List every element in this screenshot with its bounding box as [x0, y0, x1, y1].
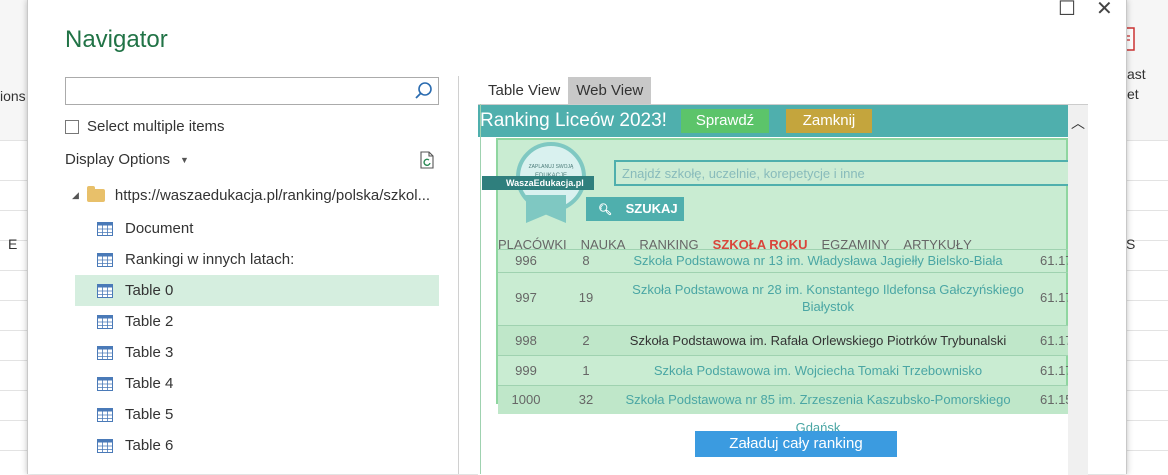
refresh-icon[interactable]	[417, 150, 437, 170]
select-multiple-label: Select multiple items	[87, 118, 225, 135]
site-search-button-label: SZUKAJ	[625, 201, 678, 216]
tree-item-rankingi[interactable]: Rankingi w innych latach:	[75, 244, 439, 275]
rank-cell: 998	[515, 333, 537, 348]
site-search-button[interactable]: 🔍︎ SZUKAJ	[586, 197, 684, 221]
rank-cell: 997	[515, 290, 537, 305]
table-icon	[97, 252, 113, 267]
tree-item-label: Rankingi w innych latach:	[125, 251, 295, 268]
value-cell: 1	[582, 363, 590, 378]
table-row: 997 19 Szkoła Podstawowa nr 28 im. Konst…	[498, 272, 1080, 325]
site-content-panel: ZAPLANUJ SWOJĄ EDUKACJĘ WaszaEdukacja.pl…	[482, 138, 1080, 435]
page-title: Navigator	[65, 26, 168, 53]
tree-item-label: Table 5	[125, 406, 174, 423]
value-cell: 2	[582, 333, 590, 348]
table-icon	[97, 314, 113, 329]
tree-root-node[interactable]: ◢ https://waszaedukacja.pl/ranking/polsk…	[72, 186, 431, 204]
table-icon	[97, 438, 113, 453]
close-banner-button[interactable]: Zamknij	[786, 109, 872, 133]
close-icon[interactable]: ✕	[1096, 0, 1113, 21]
tree-item-table-2[interactable]: Table 2	[75, 306, 439, 337]
table-row: 999 1 Szkoła Podstawowa im. Wojciecha To…	[498, 355, 1080, 385]
tree-item-label: Table 6	[125, 437, 174, 454]
pane-splitter[interactable]	[458, 76, 459, 474]
load-full-ranking-button[interactable]: Załaduj cały ranking	[695, 431, 897, 457]
table-icon	[97, 407, 113, 422]
tree-item-table-0[interactable]: Table 0	[75, 275, 439, 306]
navigator-dialog: ☐ ✕ Navigator Select multiple items Disp…	[27, 0, 1127, 475]
value-cell: 32	[578, 392, 594, 407]
site-header-title: Ranking Liceów 2023!	[480, 110, 667, 131]
tree-item-list: Document Rankingi w innych latach: Table…	[75, 213, 439, 461]
table-icon	[97, 345, 113, 360]
school-link[interactable]: Szkoła Podstawowa nr 13 im. Władysława J…	[608, 250, 1028, 272]
web-preview: Ranking Liceów 2023! Sprawdź Zamknij ZAP…	[478, 104, 1088, 475]
check-button[interactable]: Sprawdź	[681, 109, 769, 133]
table-row: 1000 32 Szkoła Podstawowa nr 85 im. Zrze…	[498, 385, 1080, 435]
tree-item-table-5[interactable]: Table 5	[75, 399, 439, 430]
ranking-table: 996 8 Szkoła Podstawowa nr 13 im. Władys…	[498, 249, 1080, 435]
site-header: Ranking Liceów 2023! Sprawdź Zamknij	[478, 105, 1068, 137]
tree-item-label: Document	[125, 220, 194, 237]
chevron-up-icon[interactable]: ︿	[1071, 113, 1085, 133]
ribbon-label-right-1: ast	[1127, 66, 1146, 82]
logo-tail	[526, 195, 566, 223]
ribbon-label-left: ions	[0, 88, 26, 104]
ribbon-label-right-2: et	[1127, 86, 1139, 102]
tree-item-label: Table 4	[125, 375, 174, 392]
school-link[interactable]: Szkoła Podstawowa im. Rafała Orlewskiego…	[608, 326, 1028, 355]
tree-item-table-3[interactable]: Table 3	[75, 337, 439, 368]
value-cell: 19	[578, 290, 594, 305]
logo-brand-text: WaszaEdukacja.pl	[506, 178, 584, 188]
value-cell: 8	[582, 253, 590, 268]
search-input[interactable]	[65, 77, 439, 105]
select-multiple-checkbox[interactable]	[65, 119, 79, 134]
table-row: 996 8 Szkoła Podstawowa nr 13 im. Władys…	[498, 249, 1073, 272]
tree-item-label: Table 3	[125, 344, 174, 361]
tree-item-table-6[interactable]: Table 6	[75, 430, 439, 461]
search-icon: 🔍︎	[598, 204, 612, 216]
table-icon	[97, 376, 113, 391]
maximize-icon[interactable]: ☐	[1058, 0, 1076, 21]
tree-item-label: Table 0	[125, 282, 174, 299]
column-header-s: S	[1126, 236, 1136, 252]
chevron-down-icon: ▼	[180, 154, 189, 165]
search-icon[interactable]	[414, 81, 434, 101]
badge-top-text: ZAPLANUJ SWOJĄ	[528, 164, 574, 170]
collapse-icon[interactable]: ◢	[72, 190, 79, 201]
tab-web-view[interactable]: Web View	[568, 77, 652, 106]
tree-root-label: https://waszaedukacja.pl/ranking/polska/…	[114, 187, 431, 204]
tree-item-label: Table 2	[125, 313, 174, 330]
web-preview-left-edge	[480, 104, 481, 474]
rank-cell: 996	[515, 253, 537, 268]
web-scrollbar[interactable]: ︿	[1068, 105, 1088, 475]
display-options-label: Display Options	[65, 151, 171, 168]
column-header-e: E	[8, 236, 18, 252]
site-search-input[interactable]: Znajdź szkołę, uczelnie, korepetycje i i…	[614, 160, 1074, 186]
select-multiple-row[interactable]: Select multiple items	[65, 118, 225, 135]
table-icon	[97, 221, 113, 236]
display-options-dropdown[interactable]: Display Options ▼	[65, 151, 189, 168]
rank-cell: 1000	[511, 392, 541, 407]
tree-item-document[interactable]: Document	[75, 213, 439, 244]
table-icon	[97, 283, 113, 298]
folder-icon	[86, 186, 105, 202]
rank-cell: 999	[515, 363, 537, 378]
tree-item-table-4[interactable]: Table 4	[75, 368, 439, 399]
table-row: 998 2 Szkoła Podstawowa im. Rafała Orlew…	[498, 325, 1080, 355]
school-link[interactable]: Szkoła Podstawowa nr 28 im. Konstantego …	[628, 281, 1028, 315]
school-link[interactable]: Szkoła Podstawowa im. Wojciecha Tomaki T…	[608, 356, 1028, 385]
